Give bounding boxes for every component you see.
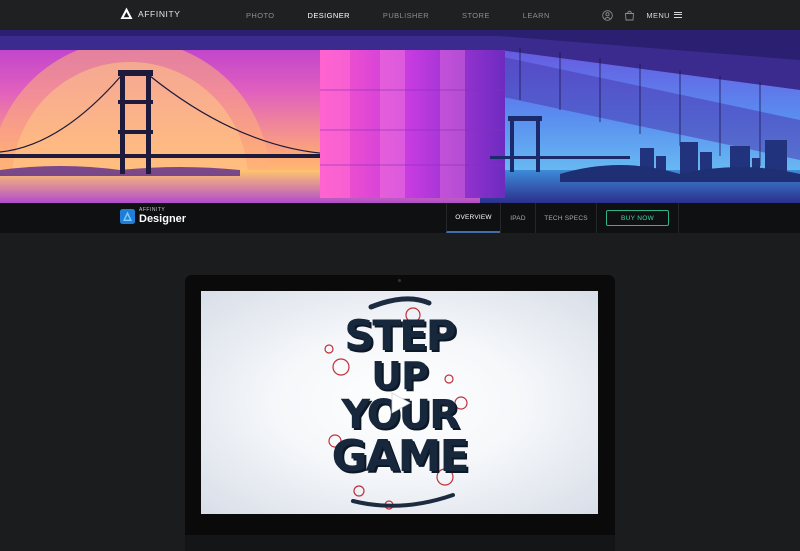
tab-overview[interactable]: OVERVIEW: [446, 203, 500, 233]
product-tabs: OVERVIEW IPAD TECH SPECS BUY NOW: [446, 203, 679, 233]
bridge-illustration: [0, 30, 800, 203]
nav-link-publisher[interactable]: PUBLISHER: [383, 11, 429, 20]
nav-link-designer[interactable]: DESIGNER: [308, 11, 350, 20]
account-icon[interactable]: [602, 9, 614, 21]
nav-link-store[interactable]: STORE: [462, 11, 490, 20]
nav-actions: MENU: [602, 0, 682, 30]
buy-now-button[interactable]: BUY NOW: [606, 210, 669, 226]
product-name: Designer: [139, 213, 187, 225]
nav-link-learn[interactable]: LEARN: [523, 11, 550, 20]
tab-tech-specs[interactable]: TECH SPECS: [535, 203, 596, 233]
device-frame: STEP UP YOUR GAME: [185, 275, 615, 551]
device-chin: [185, 535, 615, 551]
buy-now-wrap: BUY NOW: [596, 203, 679, 233]
play-icon[interactable]: [387, 390, 413, 416]
affinity-logo[interactable]: AFFINITY: [120, 7, 181, 20]
camera-dot: [398, 279, 401, 282]
hamburger-icon: [674, 12, 682, 18]
cart-icon[interactable]: [624, 10, 635, 21]
menu-button[interactable]: MENU: [646, 11, 682, 20]
top-navigation: AFFINITY PHOTO DESIGNER PUBLISHER STORE …: [0, 0, 800, 30]
designer-logo[interactable]: AFFINITY Designer: [120, 208, 186, 225]
nav-link-photo[interactable]: PHOTO: [246, 11, 275, 20]
product-bar: AFFINITY Designer OVERVIEW IPAD TECH SPE…: [0, 203, 800, 233]
designer-app-icon: [120, 209, 135, 224]
affinity-logo-icon: [120, 7, 133, 19]
video-player[interactable]: STEP UP YOUR GAME: [201, 291, 598, 514]
lettering-line-1: STEP: [344, 311, 456, 360]
lettering-line-4: GAME: [331, 431, 469, 482]
menu-label: MENU: [646, 10, 670, 20]
nav-links: PHOTO DESIGNER PUBLISHER STORE LEARN: [246, 0, 583, 30]
hero-banner: [0, 30, 800, 203]
brand-name: AFFINITY: [138, 8, 181, 19]
tab-ipad[interactable]: IPAD: [500, 203, 535, 233]
